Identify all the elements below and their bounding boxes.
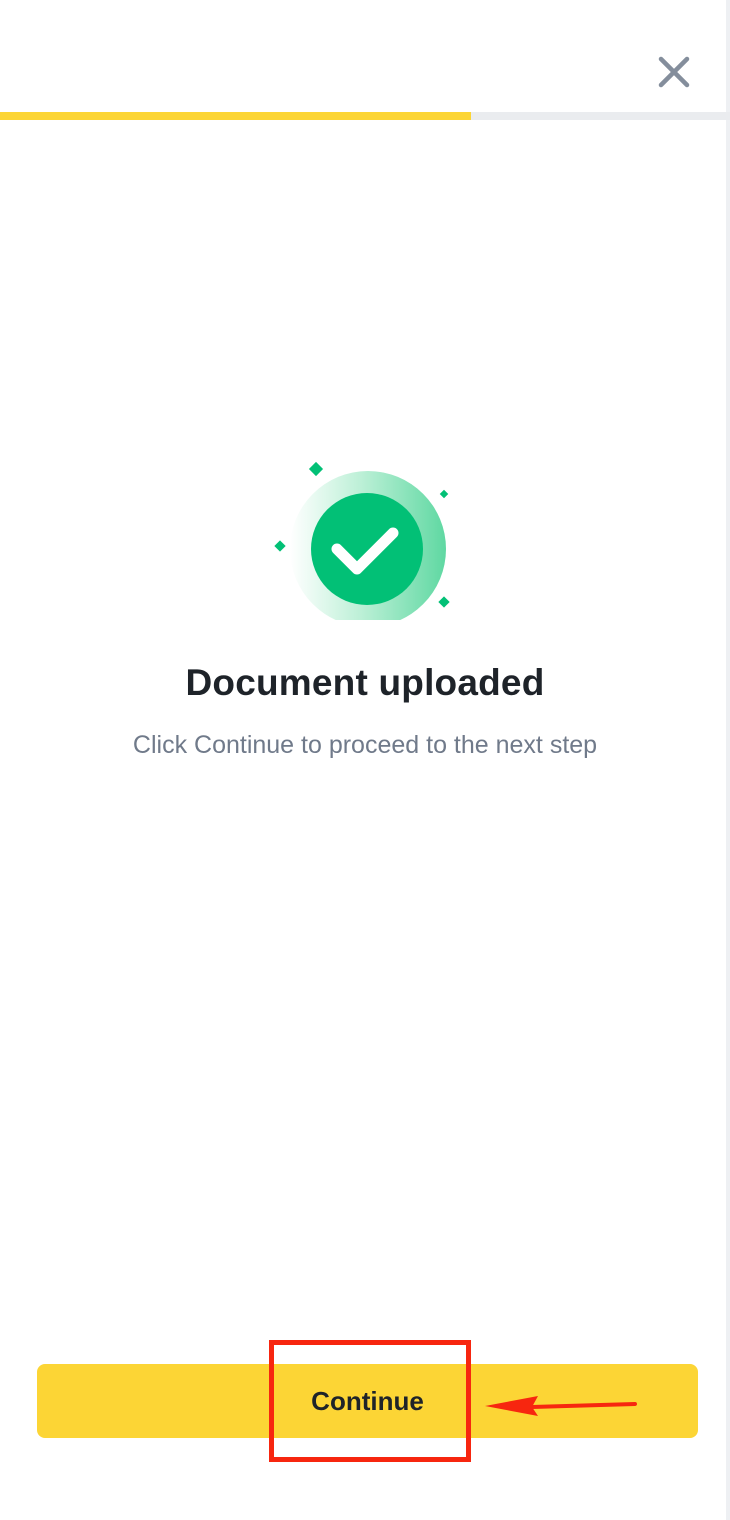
close-icon [658, 56, 690, 88]
window-edge [726, 0, 730, 1520]
progress-bar [0, 112, 730, 120]
continue-button-label: Continue [311, 1385, 424, 1416]
check-circle-icon [274, 461, 450, 620]
progress-bar-fill [0, 112, 471, 120]
status-subtitle: Click Continue to proceed to the next st… [132, 731, 598, 759]
close-button[interactable] [650, 48, 698, 96]
status-title: Document uploaded [185, 662, 545, 703]
continue-button[interactable]: Continue [37, 1364, 698, 1438]
